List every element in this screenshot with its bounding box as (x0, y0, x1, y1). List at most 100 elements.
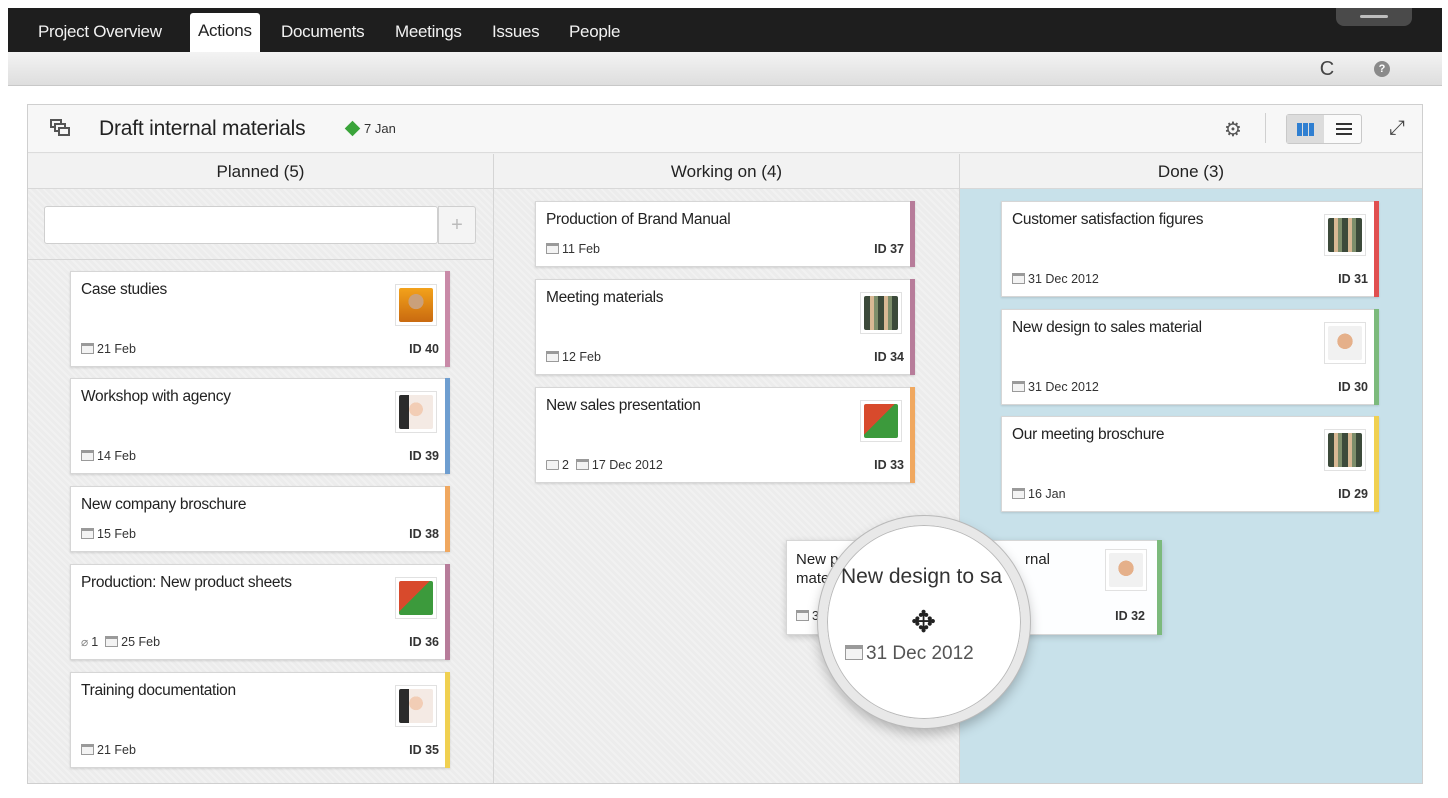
card-id: ID 38 (409, 527, 439, 541)
card-id: ID 31 (1338, 272, 1368, 286)
calendar-icon (105, 636, 119, 647)
board-view-icon (1297, 123, 1314, 136)
card-title: Workshop with agency (81, 388, 231, 405)
board-title: Draft internal materials (99, 117, 306, 140)
card-color-strip (445, 378, 450, 474)
board-view-button[interactable] (1287, 115, 1324, 143)
card-id: ID 39 (409, 449, 439, 463)
card-title: New company broschure (81, 496, 247, 513)
column-header-done: Done (3) (960, 154, 1422, 189)
lens-card-title: New design to sa (841, 565, 1003, 588)
card-id: ID 29 (1338, 487, 1368, 501)
action-group-icon (50, 119, 70, 137)
lens-card-date: 31 Dec 2012 (845, 643, 974, 665)
avatar (1324, 214, 1366, 256)
card-id: ID 37 (874, 242, 904, 256)
menu-handle-icon (1360, 15, 1388, 18)
card-date: 21 Feb (81, 743, 136, 757)
card-color-strip (445, 672, 450, 768)
card-date: 15 Feb (81, 527, 136, 541)
card-id: ID 36 (409, 635, 439, 649)
avatar (1324, 322, 1366, 364)
card-id: ID 33 (874, 458, 904, 472)
menu-handle[interactable] (1336, 8, 1412, 26)
calendar-icon (796, 610, 809, 621)
card-date: 16 Jan (1012, 487, 1066, 501)
tab-project-overview[interactable]: Project Overview (38, 22, 162, 42)
task-card[interactable]: Production: New product sheets ⌀ 1 25 Feb… (70, 564, 450, 660)
card-date: 11 Feb (546, 242, 600, 256)
task-card[interactable]: Training documentation 21 Feb ID 35 (70, 672, 450, 768)
card-date: 14 Feb (81, 449, 136, 463)
calendar-icon (546, 351, 559, 362)
task-card[interactable]: New design to sales material 31 Dec 2012… (1001, 309, 1379, 405)
drag-card-date-partial: 3 (796, 609, 819, 623)
tab-documents[interactable]: Documents (281, 22, 365, 42)
toolbar: C ? (8, 52, 1442, 86)
column-header-working: Working on (4) (494, 154, 959, 189)
card-color-strip (910, 387, 915, 483)
due-date: 7 Jan (364, 121, 396, 136)
task-card[interactable]: New sales presentation 2 17 Dec 2012 ID … (535, 387, 915, 483)
card-color-strip (445, 486, 450, 552)
calendar-icon (81, 744, 94, 755)
calendar-icon (845, 645, 863, 660)
card-title: Meeting materials (546, 289, 664, 306)
calendar-icon (81, 528, 94, 539)
drag-card-title-partial: New p (796, 551, 839, 568)
card-color-strip (1374, 201, 1379, 297)
avatar (1324, 429, 1366, 471)
calendar-icon (81, 343, 94, 354)
card-color-strip (445, 271, 450, 367)
quick-add-input[interactable] (44, 206, 438, 244)
card-date: 12 Feb (546, 350, 601, 364)
comment-icon (546, 460, 559, 470)
card-title: Production of Brand Manual (546, 211, 731, 228)
card-color-strip (1157, 540, 1162, 635)
calendar-icon (1012, 273, 1025, 284)
avatar (1105, 549, 1147, 591)
card-date: 21 Feb (81, 342, 136, 356)
task-card[interactable]: Production of Brand Manual 11 Feb ID 37 (535, 201, 915, 267)
board-header: Draft internal materials 7 Jan ⚙ ⤢ (28, 105, 1422, 153)
column-header-planned: Planned (5) (28, 154, 493, 189)
card-title: Production: New product sheets (81, 574, 292, 591)
attachment-icon: ⌀ (81, 635, 89, 649)
magnifier-lens: New design to sa ✥ 31 Dec 2012 (818, 516, 1030, 728)
task-card[interactable]: Customer satisfaction figures 31 Dec 201… (1001, 201, 1379, 297)
task-card[interactable]: Workshop with agency 14 Feb ID 39 (70, 378, 450, 474)
expand-icon[interactable]: ⤢ (1389, 117, 1405, 140)
card-meta: ⌀ 1 25 Feb (81, 635, 161, 649)
card-meta: 2 17 Dec 2012 (546, 458, 663, 472)
task-card[interactable]: Meeting materials 12 Feb ID 34 (535, 279, 915, 375)
help-icon[interactable]: ? (1374, 61, 1390, 77)
card-id: ID 30 (1338, 380, 1368, 394)
list-view-button[interactable] (1325, 115, 1362, 143)
tab-actions[interactable]: Actions (190, 13, 260, 52)
add-button[interactable]: + (438, 206, 476, 244)
avatar (395, 284, 437, 326)
card-id: ID 34 (874, 350, 904, 364)
tab-meetings[interactable]: Meetings (395, 22, 462, 42)
top-navigation: Project Overview Actions Documents Meeti… (8, 8, 1442, 52)
card-title: New sales presentation (546, 397, 701, 414)
avatar (395, 685, 437, 727)
refresh-icon[interactable]: C (1316, 58, 1338, 80)
gear-icon[interactable]: ⚙ (1224, 117, 1242, 142)
card-id: ID 32 (1115, 609, 1145, 623)
card-color-strip (910, 279, 915, 375)
card-color-strip (910, 201, 915, 267)
task-card[interactable]: Our meeting broschure 16 Jan ID 29 (1001, 416, 1379, 512)
task-card[interactable]: New company broschure 15 Feb ID 38 (70, 486, 450, 552)
calendar-icon (1012, 381, 1025, 392)
card-title: Training documentation (81, 682, 236, 699)
quick-add-divider (28, 259, 493, 260)
task-card[interactable]: Case studies 21 Feb ID 40 (70, 271, 450, 367)
tab-issues[interactable]: Issues (492, 22, 540, 42)
avatar (860, 400, 902, 442)
calendar-icon (1012, 488, 1025, 499)
card-title: New design to sales material (1012, 319, 1202, 336)
tab-people[interactable]: People (569, 22, 620, 42)
card-id: ID 35 (409, 743, 439, 757)
calendar-icon (575, 459, 589, 470)
